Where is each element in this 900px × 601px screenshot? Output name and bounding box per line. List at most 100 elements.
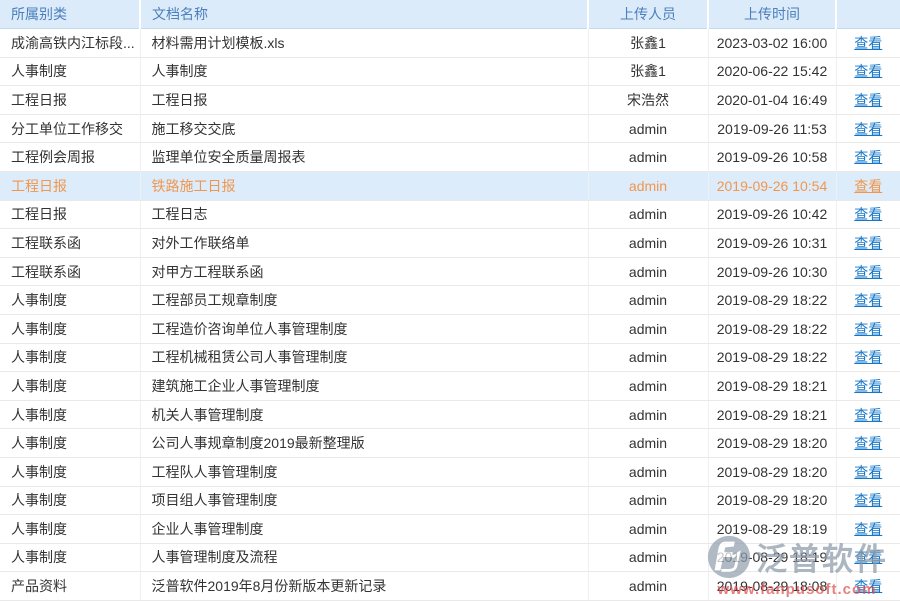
actions-cell: 查看 (836, 57, 900, 86)
table-row[interactable]: 人事制度 人事管理制度及流程 admin 2019-08-29 18:19 查看 (0, 543, 900, 572)
document-name-cell: 机关人事管理制度 (140, 400, 588, 429)
actions-cell: 查看 (836, 457, 900, 486)
document-name-cell: 项目组人事管理制度 (140, 486, 588, 515)
column-header-upload-time: 上传时间 (708, 0, 836, 29)
actions-cell: 查看 (836, 572, 900, 601)
view-link[interactable]: 查看 (854, 321, 882, 337)
document-name-cell: 泛普软件2019年8月份新版本更新记录 (140, 572, 588, 601)
upload-time-cell: 2023-03-02 16:00 (708, 29, 836, 58)
table-row[interactable]: 工程日报 铁路施工日报 admin 2019-09-26 10:54 查看 (0, 171, 900, 200)
view-link[interactable]: 查看 (854, 121, 882, 137)
view-link[interactable]: 查看 (854, 549, 882, 565)
view-link[interactable]: 查看 (854, 92, 882, 108)
view-link[interactable]: 查看 (854, 521, 882, 537)
document-name-cell: 铁路施工日报 (140, 171, 588, 200)
upload-time-cell: 2019-08-29 18:22 (708, 343, 836, 372)
table-row[interactable]: 人事制度 工程部员工规章制度 admin 2019-08-29 18:22 查看 (0, 286, 900, 315)
category-cell: 工程例会周报 (0, 143, 140, 172)
document-name-cell: 人事管理制度及流程 (140, 543, 588, 572)
uploader-cell: admin (588, 343, 708, 372)
uploader-cell: admin (588, 229, 708, 258)
view-link[interactable]: 查看 (854, 492, 882, 508)
upload-time-cell: 2019-09-26 10:54 (708, 171, 836, 200)
table-row[interactable]: 成渝高铁内江标段... 材料需用计划模板.xls 张鑫1 2023-03-02 … (0, 29, 900, 58)
upload-time-cell: 2019-08-29 18:21 (708, 372, 836, 401)
actions-cell: 查看 (836, 372, 900, 401)
upload-time-cell: 2019-08-29 18:08 (708, 572, 836, 601)
view-link[interactable]: 查看 (854, 292, 882, 308)
table-row[interactable]: 工程日报 工程日报 宋浩然 2020-01-04 16:49 查看 (0, 86, 900, 115)
view-link[interactable]: 查看 (854, 235, 882, 251)
uploader-cell: admin (588, 286, 708, 315)
category-cell: 工程日报 (0, 171, 140, 200)
actions-cell: 查看 (836, 200, 900, 229)
uploader-cell: admin (588, 314, 708, 343)
view-link[interactable]: 查看 (854, 206, 882, 222)
table-row[interactable]: 人事制度 机关人事管理制度 admin 2019-08-29 18:21 查看 (0, 400, 900, 429)
view-link[interactable]: 查看 (854, 149, 882, 165)
actions-cell: 查看 (836, 114, 900, 143)
view-link[interactable]: 查看 (854, 178, 882, 194)
view-link[interactable]: 查看 (854, 407, 882, 423)
table-row[interactable]: 人事制度 人事制度 张鑫1 2020-06-22 15:42 查看 (0, 57, 900, 86)
view-link[interactable]: 查看 (854, 35, 882, 51)
view-link[interactable]: 查看 (854, 435, 882, 451)
category-cell: 人事制度 (0, 543, 140, 572)
category-cell: 工程日报 (0, 86, 140, 115)
table-row[interactable]: 工程联系函 对外工作联络单 admin 2019-09-26 10:31 查看 (0, 229, 900, 258)
document-name-cell: 工程日报 (140, 86, 588, 115)
actions-cell: 查看 (836, 143, 900, 172)
table-row[interactable]: 分工单位工作移交 施工移交交底 admin 2019-09-26 11:53 查… (0, 114, 900, 143)
actions-cell: 查看 (836, 486, 900, 515)
uploader-cell: 宋浩然 (588, 86, 708, 115)
table-row[interactable]: 人事制度 工程队人事管理制度 admin 2019-08-29 18:20 查看 (0, 457, 900, 486)
table-row[interactable]: 产品资料 泛普软件2019年8月份新版本更新记录 admin 2019-08-2… (0, 572, 900, 601)
table-row[interactable]: 工程例会周报 监理单位安全质量周报表 admin 2019-09-26 10:5… (0, 143, 900, 172)
table-row[interactable]: 人事制度 项目组人事管理制度 admin 2019-08-29 18:20 查看 (0, 486, 900, 515)
category-cell: 人事制度 (0, 429, 140, 458)
uploader-cell: admin (588, 200, 708, 229)
document-name-cell: 施工移交交底 (140, 114, 588, 143)
upload-time-cell: 2019-09-26 10:31 (708, 229, 836, 258)
view-link[interactable]: 查看 (854, 464, 882, 480)
upload-time-cell: 2019-09-26 10:30 (708, 257, 836, 286)
category-cell: 工程联系函 (0, 257, 140, 286)
upload-time-cell: 2019-09-26 11:53 (708, 114, 836, 143)
table-row[interactable]: 人事制度 建筑施工企业人事管理制度 admin 2019-08-29 18:21… (0, 372, 900, 401)
document-name-cell: 工程机械租赁公司人事管理制度 (140, 343, 588, 372)
actions-cell: 查看 (836, 429, 900, 458)
view-link[interactable]: 查看 (854, 63, 882, 79)
uploader-cell: admin (588, 372, 708, 401)
document-name-cell: 企业人事管理制度 (140, 515, 588, 544)
view-link[interactable]: 查看 (854, 578, 882, 594)
table-row[interactable]: 工程日报 工程日志 admin 2019-09-26 10:42 查看 (0, 200, 900, 229)
document-name-cell: 人事制度 (140, 57, 588, 86)
table-row[interactable]: 人事制度 工程机械租赁公司人事管理制度 admin 2019-08-29 18:… (0, 343, 900, 372)
table-row[interactable]: 人事制度 工程造价咨询单位人事管理制度 admin 2019-08-29 18:… (0, 314, 900, 343)
view-link[interactable]: 查看 (854, 349, 882, 365)
column-header-actions (836, 0, 900, 29)
upload-time-cell: 2019-08-29 18:22 (708, 286, 836, 315)
actions-cell: 查看 (836, 86, 900, 115)
view-link[interactable]: 查看 (854, 264, 882, 280)
document-name-cell: 监理单位安全质量周报表 (140, 143, 588, 172)
view-link[interactable]: 查看 (854, 378, 882, 394)
category-cell: 人事制度 (0, 457, 140, 486)
category-cell: 人事制度 (0, 400, 140, 429)
column-header-uploader: 上传人员 (588, 0, 708, 29)
uploader-cell: admin (588, 515, 708, 544)
document-name-cell: 工程日志 (140, 200, 588, 229)
uploader-cell: 张鑫1 (588, 57, 708, 86)
actions-cell: 查看 (836, 229, 900, 258)
upload-time-cell: 2019-08-29 18:20 (708, 457, 836, 486)
column-header-doc-name: 文档名称 (140, 0, 588, 29)
uploader-cell: admin (588, 429, 708, 458)
actions-cell: 查看 (836, 400, 900, 429)
document-name-cell: 工程队人事管理制度 (140, 457, 588, 486)
table-row[interactable]: 人事制度 企业人事管理制度 admin 2019-08-29 18:19 查看 (0, 515, 900, 544)
actions-cell: 查看 (836, 314, 900, 343)
uploader-cell: admin (588, 457, 708, 486)
table-row[interactable]: 工程联系函 对甲方工程联系函 admin 2019-09-26 10:30 查看 (0, 257, 900, 286)
table-row[interactable]: 人事制度 公司人事规章制度2019最新整理版 admin 2019-08-29 … (0, 429, 900, 458)
upload-time-cell: 2019-08-29 18:20 (708, 486, 836, 515)
